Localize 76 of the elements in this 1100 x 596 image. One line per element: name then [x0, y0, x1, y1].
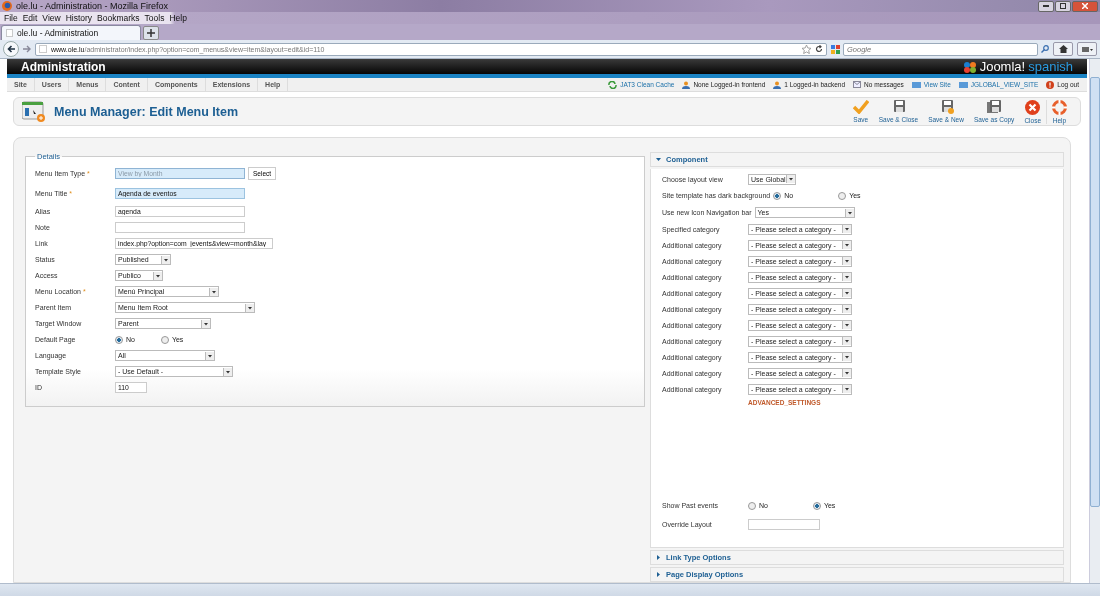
user-icon: [682, 80, 691, 89]
maximize-icon: [1060, 3, 1066, 9]
search-engine-icon[interactable]: [831, 44, 840, 54]
menu-item[interactable]: File: [4, 13, 18, 23]
menu-item[interactable]: Edit: [22, 13, 38, 23]
radio-button[interactable]: [748, 501, 756, 510]
caret-icon: [842, 337, 851, 345]
caret-icon: [842, 305, 851, 313]
monitor-icon: [911, 81, 921, 88]
home-icon: [1058, 45, 1068, 53]
back-arrow-icon: [6, 45, 16, 53]
caret-icon: [842, 369, 851, 377]
page-title: Menu Manager: Edit Menu Item: [54, 104, 239, 119]
caret-icon: [209, 287, 218, 296]
caret-down-icon: [656, 157, 661, 162]
forward-arrow-icon[interactable]: [23, 45, 31, 53]
caret-icon: [223, 367, 232, 376]
minimize-icon: [1043, 4, 1049, 8]
close-button[interactable]: [1072, 0, 1098, 12]
caret-icon: [161, 255, 170, 264]
caret-icon: [842, 225, 851, 233]
user-icon: [773, 80, 782, 89]
caret-icon: [842, 257, 851, 265]
caret-right-icon: [656, 555, 661, 560]
logo-suffix: spanish: [1028, 59, 1073, 74]
caret-icon: [153, 271, 162, 280]
caret-icon: [842, 241, 851, 249]
radio-button[interactable]: [838, 191, 847, 200]
caret-icon: [842, 289, 851, 297]
caret-icon: [842, 273, 851, 281]
caret-icon: [786, 175, 795, 183]
reload-icon[interactable]: [815, 45, 823, 53]
browser-tab[interactable]: ole.lu - Administration: [1, 25, 141, 40]
header-title: Administration: [21, 59, 106, 74]
menu-item[interactable]: View: [42, 13, 61, 23]
alert-icon: [1046, 80, 1055, 89]
logo-text: Joomla!: [979, 59, 1026, 74]
plus-icon: [147, 29, 155, 37]
text-field[interactable]: [748, 519, 820, 530]
radio-button[interactable]: [115, 335, 123, 344]
caret-icon: [842, 321, 851, 329]
search-icon[interactable]: [1041, 45, 1049, 53]
checkmark-icon: [852, 100, 869, 115]
arrows-icon: [608, 80, 618, 89]
menu-item[interactable]: Bookmarks: [97, 13, 140, 23]
text-field[interactable]: [115, 222, 245, 233]
new-tab-button[interactable]: [143, 26, 159, 40]
caret-icon: [245, 303, 254, 312]
caret-icon: [842, 385, 851, 393]
envelope-icon: [853, 81, 861, 89]
home-button[interactable]: [1053, 42, 1073, 56]
menu-item[interactable]: History: [65, 13, 93, 23]
star-icon[interactable]: [802, 44, 811, 54]
firefox-icon: [2, 1, 12, 11]
minimize-button[interactable]: [1038, 0, 1054, 12]
caret-icon: [205, 351, 214, 360]
back-button[interactable]: [3, 41, 19, 57]
menu-manager-icon: [22, 100, 46, 123]
page-icon: [6, 29, 13, 37]
radio-button[interactable]: [773, 191, 782, 200]
menu-item[interactable]: Help: [169, 13, 187, 23]
caret-icon: [842, 353, 851, 361]
scrollbar[interactable]: [1089, 59, 1100, 583]
close-icon: [1082, 3, 1088, 9]
radio-button[interactable]: [160, 335, 169, 344]
monitor-icon: [958, 81, 968, 88]
caret-right-icon: [656, 572, 661, 577]
plugin-icon: [1081, 45, 1093, 53]
page-icon: [39, 45, 47, 53]
radio-button[interactable]: [812, 501, 821, 510]
maximize-button[interactable]: [1055, 0, 1071, 12]
caret-icon: [201, 319, 210, 328]
addon-button[interactable]: [1077, 42, 1097, 56]
menu-item[interactable]: Tools: [144, 13, 165, 23]
caret-icon: [844, 208, 854, 217]
window-title: ole.lu - Administration - Mozilla Firefox: [16, 1, 169, 11]
